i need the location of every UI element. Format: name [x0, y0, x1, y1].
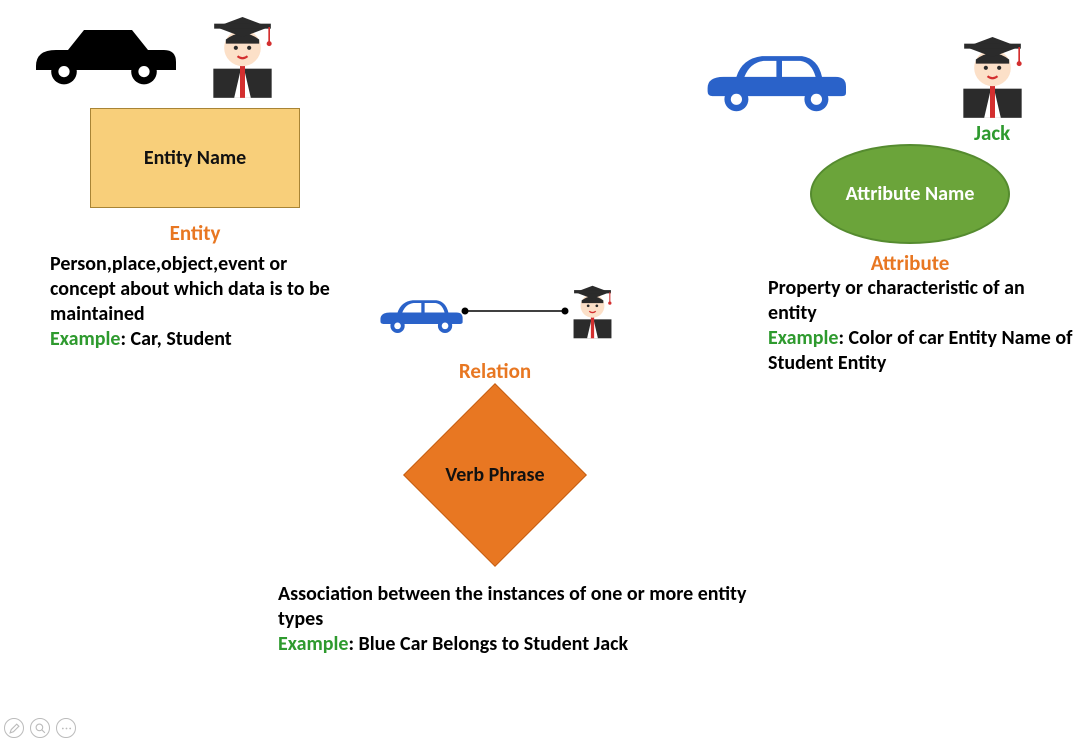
relation-example-label: Example	[278, 632, 349, 656]
pen-icon[interactable]	[4, 718, 24, 738]
relation-title: Relation	[395, 358, 595, 384]
more-icon[interactable]	[56, 718, 76, 738]
relation-student-icon	[565, 276, 620, 346]
attribute-description-block: Property or characteristic of an entity …	[768, 276, 1073, 376]
car-black-icon	[20, 14, 180, 99]
attribute-example-label: Example	[768, 326, 839, 350]
entity-shape-label: Entity Name	[144, 146, 246, 170]
relation-car-icon	[370, 286, 465, 346]
relation-connector-line	[460, 306, 570, 316]
attribute-title: Attribute	[810, 250, 1010, 276]
relation-shape: Verb Phrase	[390, 400, 600, 550]
relation-shape-label: Verb Phrase	[395, 464, 595, 487]
entity-description-block: Person,place,object,event or concept abo…	[50, 252, 345, 352]
entity-example-text: : Car, Student	[121, 327, 232, 351]
car-blue-icon	[690, 36, 850, 126]
attribute-student-name: Jack	[974, 120, 1010, 146]
relation-example-text: : Blue Car Belongs to Student Jack	[349, 632, 629, 656]
relation-description: Association between the instances of one…	[278, 582, 746, 631]
entity-description: Person,place,object,event or concept abo…	[50, 252, 330, 326]
entity-shape: Entity Name	[90, 108, 300, 208]
magnifier-icon[interactable]	[30, 718, 50, 738]
relation-description-block: Association between the instances of one…	[278, 582, 748, 657]
viewer-toolbar	[4, 718, 76, 738]
attribute-shape-label: Attribute Name	[846, 183, 975, 206]
entity-title: Entity	[90, 220, 300, 246]
attribute-shape: Attribute Name	[810, 144, 1010, 244]
student-icon	[200, 2, 285, 107]
entity-example-label: Example	[50, 327, 121, 351]
student-icon	[950, 22, 1035, 127]
attribute-description: Property or characteristic of an entity	[768, 276, 1025, 325]
